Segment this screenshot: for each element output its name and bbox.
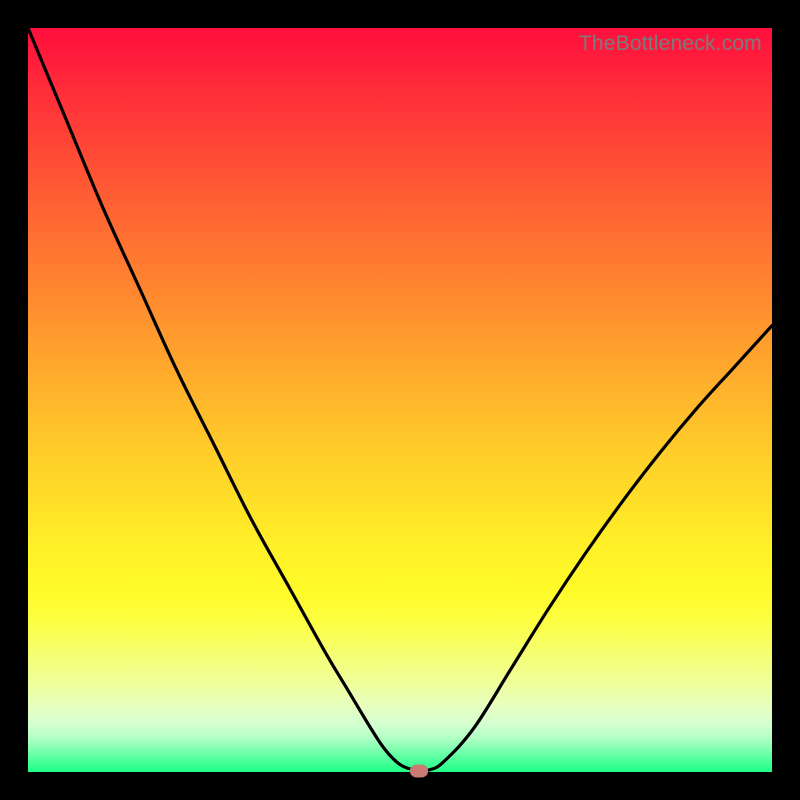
chart-frame: TheBottleneck.com: [0, 0, 800, 800]
optimal-point-marker: [410, 764, 428, 777]
watermark-text: TheBottleneck.com: [579, 32, 762, 56]
plot-area: TheBottleneck.com: [28, 28, 772, 772]
bottleneck-curve: [28, 28, 772, 772]
